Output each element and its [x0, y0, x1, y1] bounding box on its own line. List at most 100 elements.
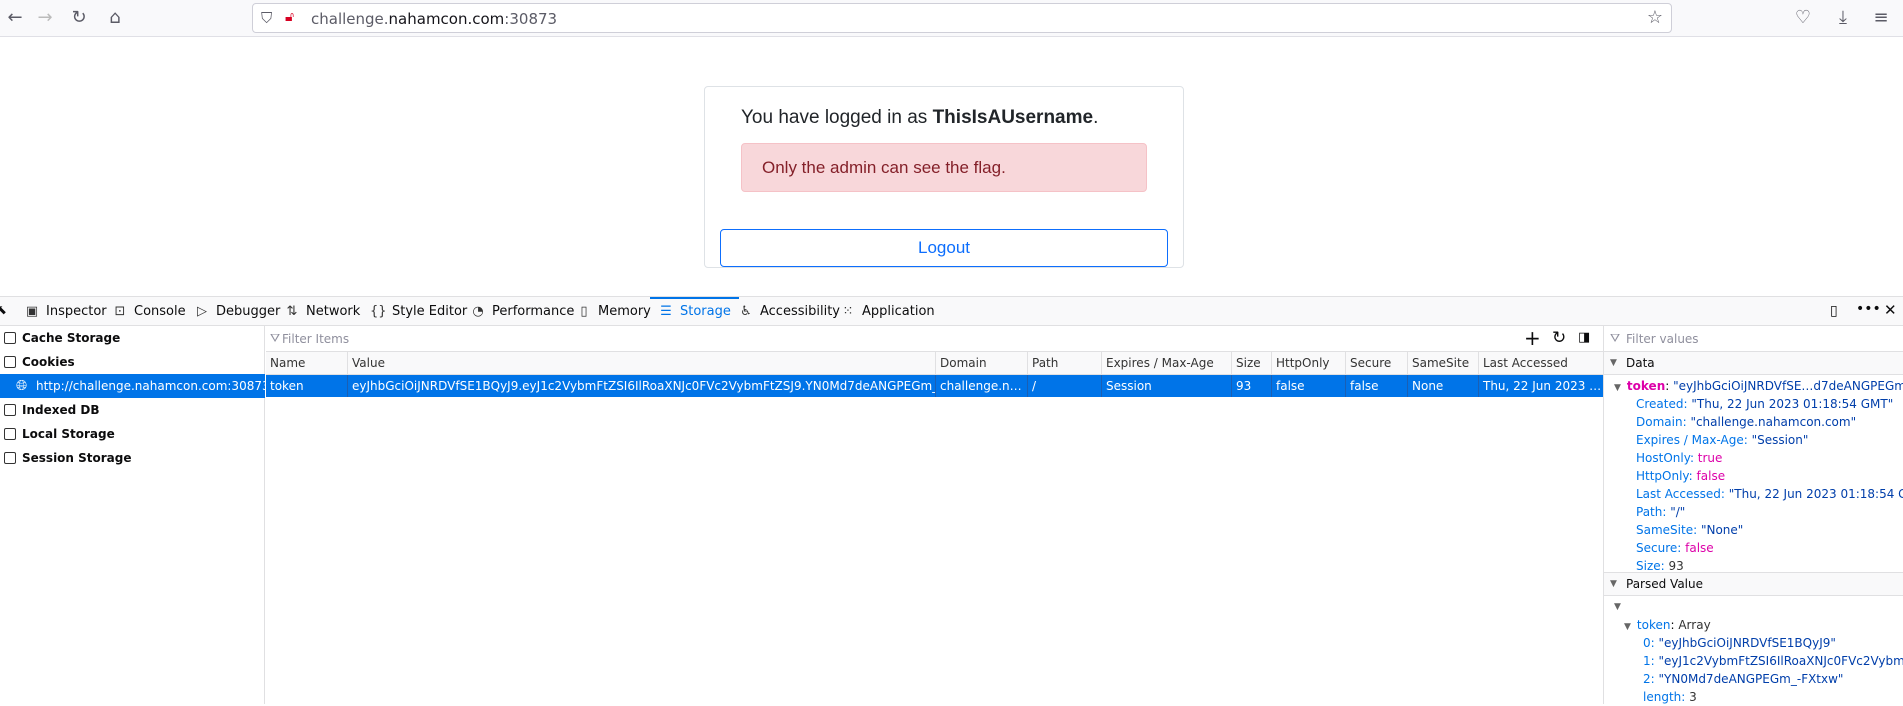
column-httponly[interactable]: HttpOnly: [1271, 352, 1330, 375]
column-last-accessed[interactable]: Last Accessed: [1478, 352, 1568, 375]
collapse-icon: ▼: [1614, 602, 1621, 612]
table-row[interactable]: token eyJhbGciOiJNRDVfSE1BQyJ9.eyJ1c2Vyb…: [266, 375, 1603, 397]
column-name[interactable]: Name: [266, 352, 305, 375]
property-row[interactable]: Created: "Thu, 22 Jun 2023 01:18:54 GMT": [1636, 395, 1893, 413]
cell-value[interactable]: eyJhbGciOiJNRDVfSE1BQyJ9.eyJ1c2VybmFtZSI…: [347, 375, 935, 397]
cell-path[interactable]: /: [1027, 375, 1101, 397]
column-path[interactable]: Path: [1027, 352, 1058, 375]
shield-icon[interactable]: ⛉: [261, 9, 272, 27]
column-expires[interactable]: Expires / Max-Age: [1101, 352, 1214, 375]
tab-inspector[interactable]: ▣ Inspector: [24, 297, 107, 326]
cell-last-accessed[interactable]: Thu, 22 Jun 2023 01:18:54 GMT: [1478, 375, 1603, 397]
property-row[interactable]: HttpOnly: false: [1636, 467, 1725, 485]
forward-icon[interactable]: →: [32, 6, 58, 30]
more-icon[interactable]: •••: [1856, 301, 1881, 317]
column-secure[interactable]: Secure: [1345, 352, 1391, 375]
table-header: Name Value Domain Path Expires / Max-Age…: [266, 352, 1603, 375]
tab-storage[interactable]: ☰ Storage: [650, 297, 739, 326]
tab-performance[interactable]: ◔ Performance: [470, 297, 574, 326]
admin-alert: Only the admin can see the flag.: [741, 143, 1147, 192]
property-row[interactable]: Expires / Max-Age: "Session": [1636, 431, 1808, 449]
cell-secure[interactable]: false: [1345, 375, 1407, 397]
storage-icon: ☰: [660, 304, 672, 319]
data-section-header[interactable]: ▼ Data: [1604, 351, 1903, 375]
property-row[interactable]: Last Accessed: "Thu, 22 Jun 2023 01:18:5…: [1636, 485, 1903, 503]
sidebar-item-local-storage[interactable]: Local Storage: [0, 422, 265, 446]
menu-icon[interactable]: ≡: [1868, 6, 1894, 30]
downloads-icon[interactable]: ⤓: [1830, 6, 1856, 30]
url-text[interactable]: challenge.nahamcon.com:30873: [311, 10, 557, 28]
array-item[interactable]: 0: "eyJhbGciOiJNRDVfSE1BQyJ9": [1643, 634, 1836, 652]
style-editor-icon: {}: [370, 304, 387, 319]
storage-icon: [4, 332, 16, 344]
column-samesite[interactable]: SameSite: [1407, 352, 1469, 375]
memory-icon: ▯: [580, 304, 588, 319]
tab-console[interactable]: ⊡ Console: [112, 297, 186, 326]
url-bar[interactable]: ⛉ 🔓︎ challenge.nahamcon.com:30873 ☆: [252, 3, 1672, 33]
username: ThisIsAUsername: [932, 107, 1094, 128]
filter-icon: ⛛: [1610, 331, 1621, 345]
cell-expires[interactable]: Session: [1101, 375, 1231, 397]
tab-debugger[interactable]: ▷ Debugger: [194, 297, 280, 326]
array-item[interactable]: length: 3: [1643, 688, 1697, 706]
filter-icon: ⛛: [270, 331, 281, 345]
tab-application[interactable]: ⁙ Application: [840, 297, 935, 326]
cell-httponly[interactable]: false: [1271, 375, 1345, 397]
storage-sidebar: Cache Storage Cookies 🌐︎ http://challenge…: [0, 326, 270, 704]
tab-memory[interactable]: ▯ Memory: [576, 297, 650, 326]
reload-icon[interactable]: ↻: [66, 6, 92, 30]
column-size[interactable]: Size: [1231, 352, 1261, 375]
insecure-lock-icon[interactable]: 🔓︎: [285, 9, 294, 25]
add-item-icon[interactable]: +: [1524, 326, 1541, 350]
refresh-icon[interactable]: ↻: [1552, 328, 1566, 348]
toggle-sidebar-icon[interactable]: ◨: [1578, 330, 1590, 345]
performance-icon: ◔: [472, 304, 484, 319]
array-item[interactable]: 2: "YN0Md7deANGPEGm_-FXtxw": [1643, 670, 1843, 688]
tab-network[interactable]: ⇅ Network: [284, 297, 361, 326]
parsed-value-section-header[interactable]: ▼ Parsed Value: [1604, 572, 1903, 596]
tab-accessibility[interactable]: ♿︎ Accessibility: [738, 297, 840, 326]
pocket-icon[interactable]: ♡: [1790, 6, 1816, 30]
property-row[interactable]: Secure: false: [1636, 539, 1714, 557]
property-row[interactable]: SameSite: "None": [1636, 521, 1743, 539]
property-row[interactable]: HostOnly: true: [1636, 449, 1722, 467]
bookmark-star-icon[interactable]: ☆: [1647, 7, 1663, 28]
close-icon[interactable]: ✕: [1884, 301, 1897, 319]
logout-button[interactable]: Logout: [720, 229, 1168, 267]
cell-name[interactable]: token: [266, 375, 347, 397]
debugger-icon: ▷: [197, 304, 207, 319]
inspector-icon: ▣: [25, 304, 39, 319]
browser-toolbar: ← → ↻ ⌂ ⛉ 🔓︎ challenge.nahamcon.com:3087…: [0, 0, 1903, 37]
column-value[interactable]: Value: [347, 352, 385, 375]
cell-samesite[interactable]: None: [1407, 375, 1478, 397]
token-entry[interactable]: ▼token: "eyJhbGciOiJNRDVfSE…d7deANGPEGm_…: [1614, 377, 1903, 395]
sidebar-item-cache-storage[interactable]: Cache Storage: [0, 326, 265, 350]
details-panel: ⛛ Filter values ▼ Data ▼ token: "eyJhbGciO…: [1603, 326, 1903, 704]
picker-icon[interactable]: ⬉: [0, 303, 7, 318]
array-entry[interactable]: ▼ token: Array: [1624, 616, 1711, 634]
tab-style-editor[interactable]: {} Style Editor: [370, 297, 467, 326]
filter-values-input[interactable]: ⛛ Filter values: [1604, 326, 1903, 352]
property-row[interactable]: Path: "/": [1636, 503, 1685, 521]
sidebar-item-cookie-origin[interactable]: 🌐︎ http://challenge.nahamcon.com:30873: [0, 374, 270, 398]
storage-icon: [4, 428, 16, 440]
login-card: You have logged in as ThisIsAUsername. O…: [704, 86, 1184, 268]
cell-domain[interactable]: challenge.nahamcon.com: [935, 375, 1027, 397]
home-icon[interactable]: ⌂: [102, 6, 128, 30]
login-message: You have logged in as ThisIsAUsername.: [741, 107, 1099, 128]
cell-size[interactable]: 93: [1231, 375, 1271, 397]
storage-icon: [4, 452, 16, 464]
back-icon[interactable]: ←: [2, 6, 28, 30]
sidebar-item-indexed-db[interactable]: Indexed DB: [0, 398, 265, 422]
collapse-icon: ▼: [1610, 579, 1617, 589]
sidebar-item-session-storage[interactable]: Session Storage: [0, 446, 265, 470]
dock-icon[interactable]: ▯: [1830, 303, 1838, 319]
storage-icon: [4, 404, 16, 416]
column-domain[interactable]: Domain: [935, 352, 987, 375]
sidebar-item-cookies[interactable]: Cookies: [0, 350, 265, 374]
array-item[interactable]: 1: "eyJ1c2VybmFtZSI6IlRoaXNJc0FVc2VybmFt…: [1643, 652, 1903, 670]
property-row[interactable]: Domain: "challenge.nahamcon.com": [1636, 413, 1856, 431]
network-icon: ⇅: [286, 304, 298, 319]
devtools-tabbar: ⬉ ▣ Inspector ⊡ Console ▷ Debugger ⇅ Network…: [0, 296, 1903, 326]
filter-items-input[interactable]: ⛛ Filter Items + ↻ ◨: [266, 326, 1603, 352]
